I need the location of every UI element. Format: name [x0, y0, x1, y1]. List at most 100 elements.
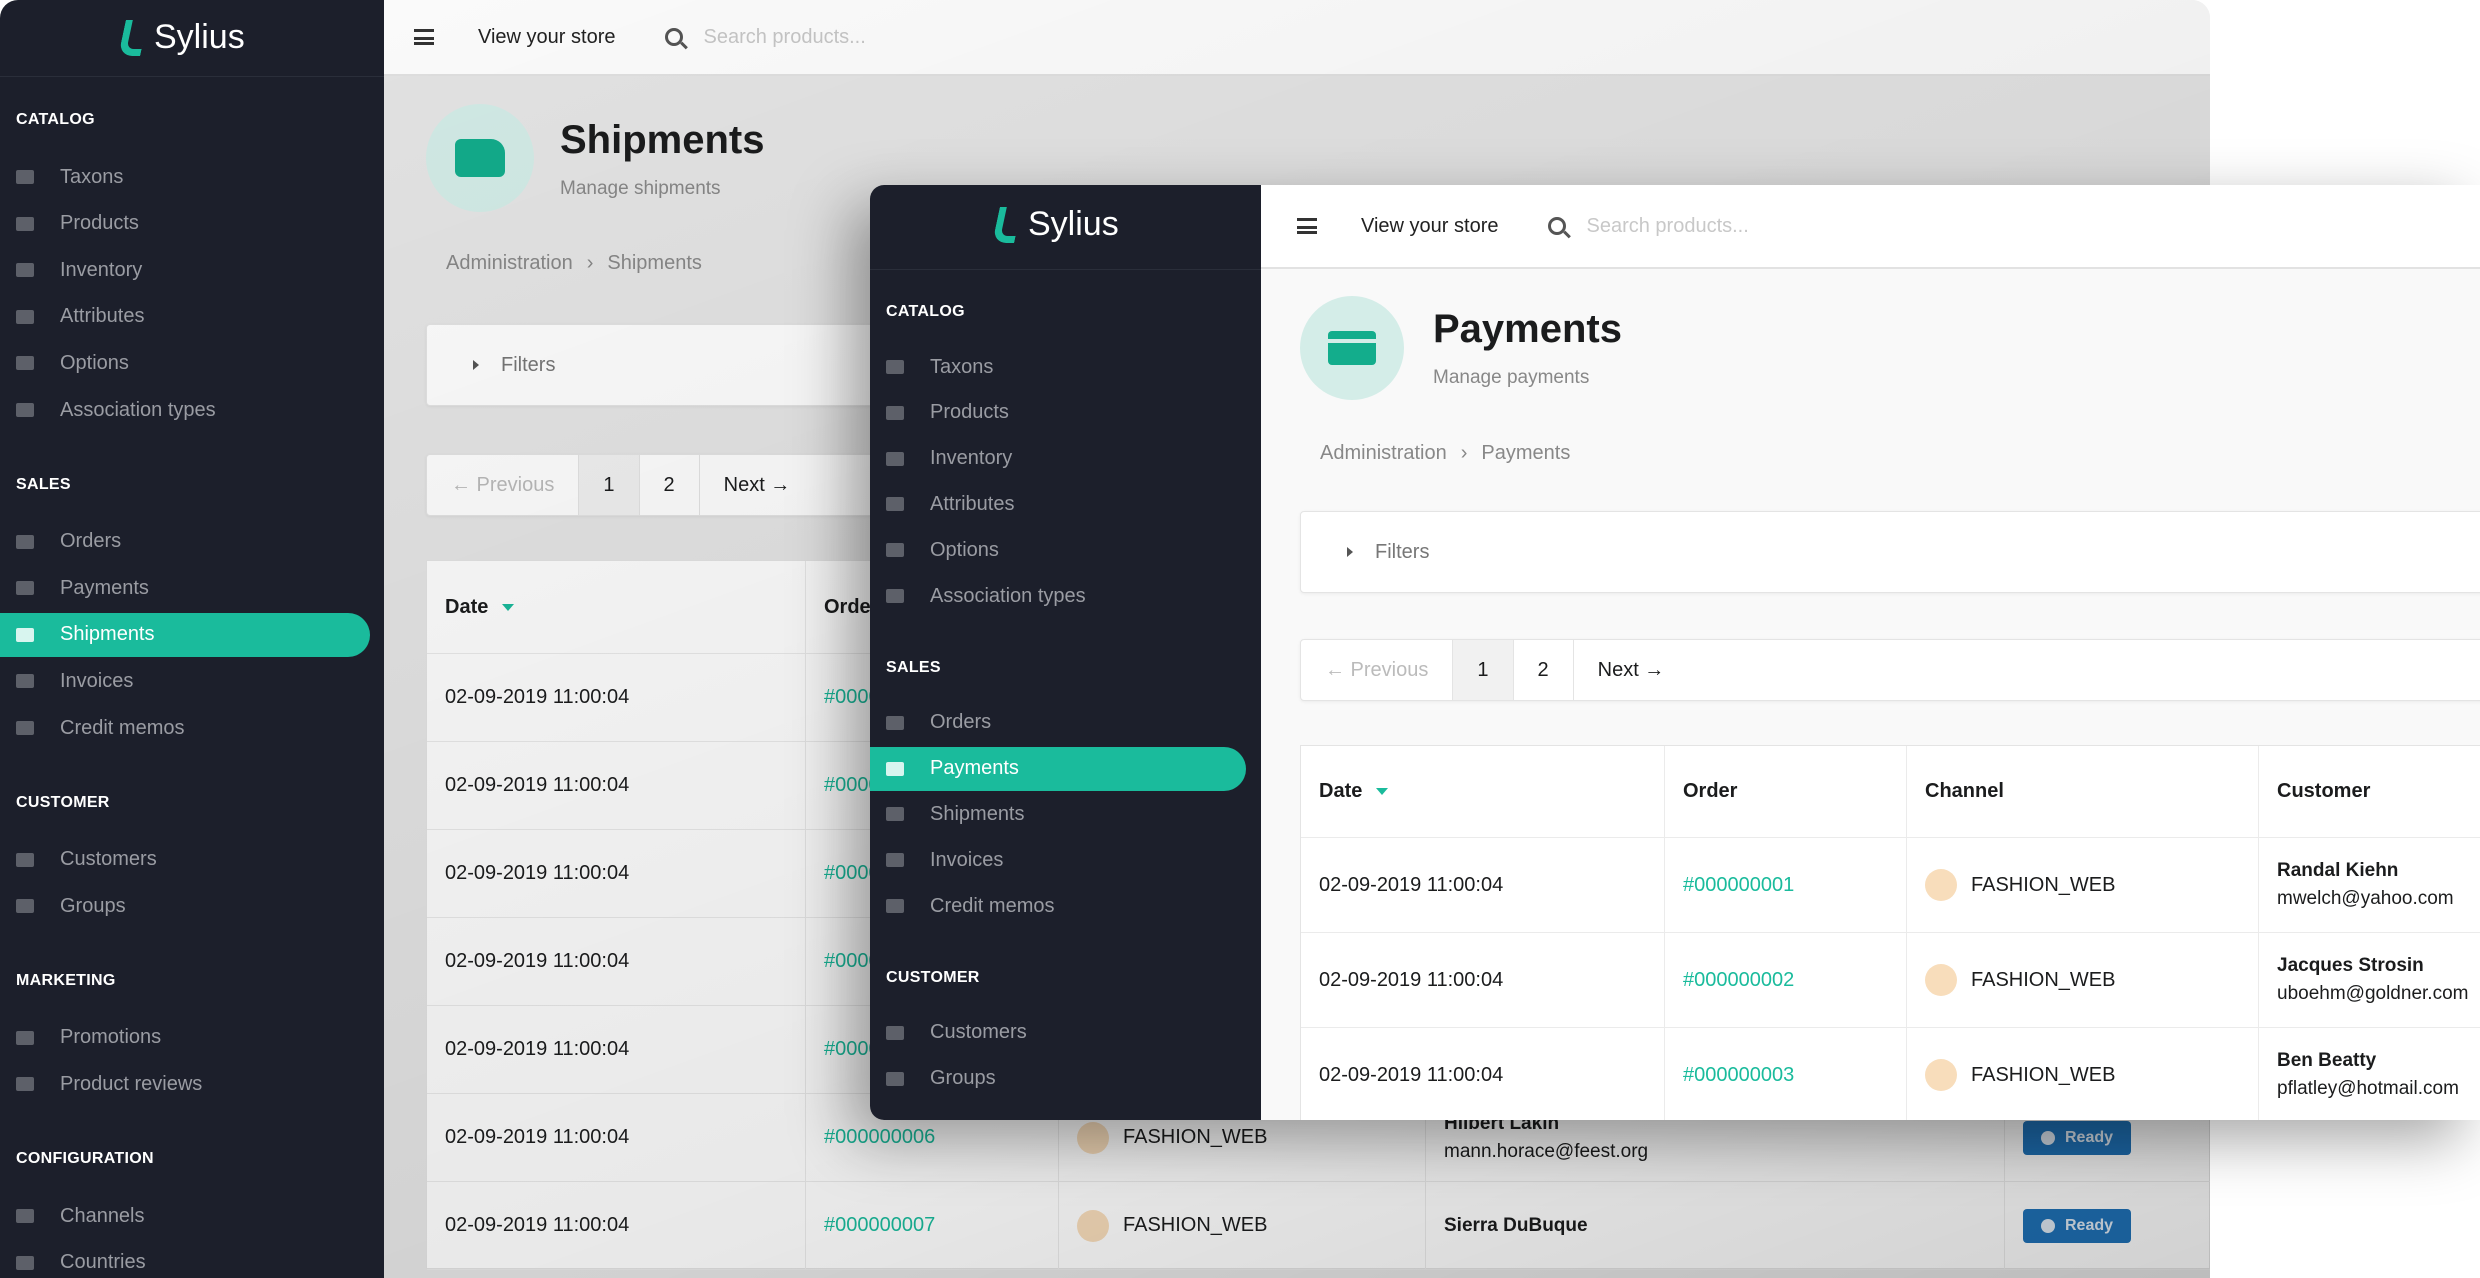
customer-email: mwelch@yahoo.com — [2277, 888, 2454, 909]
column-header-date[interactable]: Date — [1301, 746, 1665, 838]
table-cell: 02-09-2019 11:00:04 — [427, 918, 806, 1006]
cart-icon — [886, 715, 904, 730]
table-cell: FASHION_WEB — [1059, 1182, 1426, 1270]
sidebar-item-label: Options — [60, 351, 129, 374]
sidebar-item-attributes[interactable]: Attributes — [870, 482, 1246, 526]
customer-name: Randal Kiehn — [2277, 860, 2399, 881]
flag-icon — [16, 1255, 34, 1270]
column-header-date[interactable]: Date — [427, 561, 806, 654]
sidebar-item-label: Payments — [60, 576, 149, 599]
sidebar-item-orders[interactable]: Orders — [870, 701, 1246, 745]
page-subtitle: Manage shipments — [560, 178, 721, 199]
filters-panel[interactable]: Filters — [1300, 511, 2480, 593]
table-cell: 02-09-2019 11:00:04 — [427, 1094, 806, 1182]
search-icon — [665, 28, 684, 46]
sidebar-item-label: Customers — [60, 848, 157, 871]
sidebar-item-customers[interactable]: Customers — [870, 1011, 1246, 1055]
file-icon — [16, 674, 34, 689]
hamburger-menu-icon[interactable] — [1297, 218, 1317, 234]
column-header-channel: Channel — [1907, 746, 2259, 838]
view-store-link[interactable]: View your store — [478, 26, 615, 49]
pagination-next[interactable]: Next → — [700, 455, 815, 515]
search-icon — [1548, 217, 1567, 235]
sidebar-item-groups[interactable]: Groups — [870, 1057, 1246, 1101]
table-cell: 02-09-2019 11:00:04 — [427, 654, 806, 742]
column-header-customer: Customer — [2259, 746, 2480, 838]
sidebar-item-products[interactable]: Products — [0, 202, 370, 246]
table-cell: #000000002 — [1665, 933, 1907, 1028]
order-link[interactable]: #000000002 — [1683, 969, 1906, 992]
sidebar-item-payments[interactable]: Payments — [870, 746, 1246, 791]
page-header-icon — [426, 104, 534, 212]
search-input[interactable]: Search products... — [703, 26, 1003, 49]
state-label: Ready — [2065, 1128, 2114, 1146]
breadcrumb-current: Payments — [1481, 442, 1571, 464]
users-icon — [16, 852, 34, 867]
sidebar-item-countries[interactable]: Countries — [0, 1241, 370, 1278]
logo-text: Sylius — [154, 18, 245, 56]
sidebar-item-orders[interactable]: Orders — [0, 520, 370, 564]
sidebar-section-sales: SALES — [16, 475, 71, 493]
breadcrumb-administration[interactable]: Administration — [1320, 442, 1447, 465]
view-store-link[interactable]: View your store — [1361, 215, 1498, 238]
pagination-next[interactable]: Next → — [1574, 640, 1689, 700]
order-link[interactable]: #000000007 — [824, 1214, 1058, 1237]
top-header: View your store Search products... — [1261, 185, 2480, 269]
sidebar-item-label: Customers — [930, 1021, 1027, 1044]
date-cell: 02-09-2019 11:00:04 — [445, 1126, 630, 1148]
sidebar-item-inventory[interactable]: Inventory — [870, 437, 1246, 481]
sidebar-item-invoices[interactable]: Invoices — [0, 659, 370, 703]
table-row: 02-09-2019 11:00:04 #000000001 FASHION_WEB… — [1301, 838, 2480, 933]
sidebar-item-label: Attributes — [60, 305, 145, 328]
sidebar-item-products[interactable]: Products — [870, 391, 1246, 435]
order-link[interactable]: #000000006 — [824, 1126, 1058, 1149]
sidebar-item-taxons[interactable]: Taxons — [870, 345, 1246, 389]
sidebar-section-sales: SALES — [886, 658, 941, 676]
sidebar-item-taxons[interactable]: Taxons — [0, 155, 370, 199]
logo[interactable]: Sylius — [118, 18, 245, 57]
sidebar-item-customers[interactable]: Customers — [0, 838, 370, 882]
search-input[interactable]: Search products... — [1586, 215, 1886, 238]
sidebar-item-label: Association types — [60, 398, 216, 421]
sidebar-item-product-reviews[interactable]: Product reviews — [0, 1062, 370, 1106]
sidebar-item-options[interactable]: Options — [870, 528, 1246, 572]
sidebar-item-credit-memos[interactable]: Credit memos — [870, 884, 1246, 928]
pagination-page-2[interactable]: 2 — [640, 455, 700, 515]
sidebar-item-promotions[interactable]: Promotions — [0, 1016, 370, 1060]
order-link[interactable]: #000000003 — [1683, 1064, 1906, 1087]
sidebar-item-attributes[interactable]: Attributes — [0, 295, 370, 339]
sidebar-item-channels[interactable]: Channels — [0, 1194, 370, 1238]
sidebar-item-label: Invoices — [930, 848, 1004, 871]
cube-icon — [886, 405, 904, 420]
sidebar-item-credit-memos[interactable]: Credit memos — [0, 706, 370, 750]
credit-card-icon — [886, 761, 904, 776]
file-icon — [886, 853, 904, 868]
table-cell: 02-09-2019 11:00:04 — [427, 830, 806, 918]
hamburger-menu-icon[interactable] — [414, 29, 434, 45]
sidebar-item-inventory[interactable]: Inventory — [0, 248, 370, 292]
pagination-page-2[interactable]: 2 — [1514, 640, 1574, 700]
pagination-page-1[interactable]: 1 — [1453, 640, 1514, 700]
state-label: Ready — [2065, 1216, 2114, 1234]
logo[interactable]: Sylius — [992, 205, 1119, 244]
order-link[interactable]: #000000001 — [1683, 874, 1906, 897]
pagination-page-1[interactable]: 1 — [579, 455, 640, 515]
sidebar-item-shipments[interactable]: Shipments — [0, 612, 370, 657]
caret-right-icon — [473, 360, 479, 370]
shuffle-icon — [16, 1209, 34, 1223]
channel-color-dot — [1925, 869, 1957, 901]
sidebar-item-shipments[interactable]: Shipments — [870, 792, 1246, 836]
sidebar-item-groups[interactable]: Groups — [0, 884, 370, 928]
customer-email: uboehm@goldner.com — [2277, 983, 2469, 1004]
sidebar-item-invoices[interactable]: Invoices — [870, 838, 1246, 882]
table-row: 02-09-2019 11:00:04 #000000007 FASHION_WEB… — [427, 1182, 2210, 1270]
sidebar-item-association-types[interactable]: Association types — [0, 388, 370, 432]
sidebar-item-association-types[interactable]: Association types — [870, 574, 1246, 618]
sidebar-item-options[interactable]: Options — [0, 341, 370, 385]
cubes-icon — [886, 497, 904, 512]
table-cell: FASHION_WEB — [1907, 1028, 2259, 1120]
table-cell: #000000001 — [1665, 838, 1907, 933]
breadcrumb-administration[interactable]: Administration — [446, 252, 573, 275]
table-cell: 02-09-2019 11:00:04 — [427, 1006, 806, 1094]
sidebar-item-payments[interactable]: Payments — [0, 566, 370, 610]
